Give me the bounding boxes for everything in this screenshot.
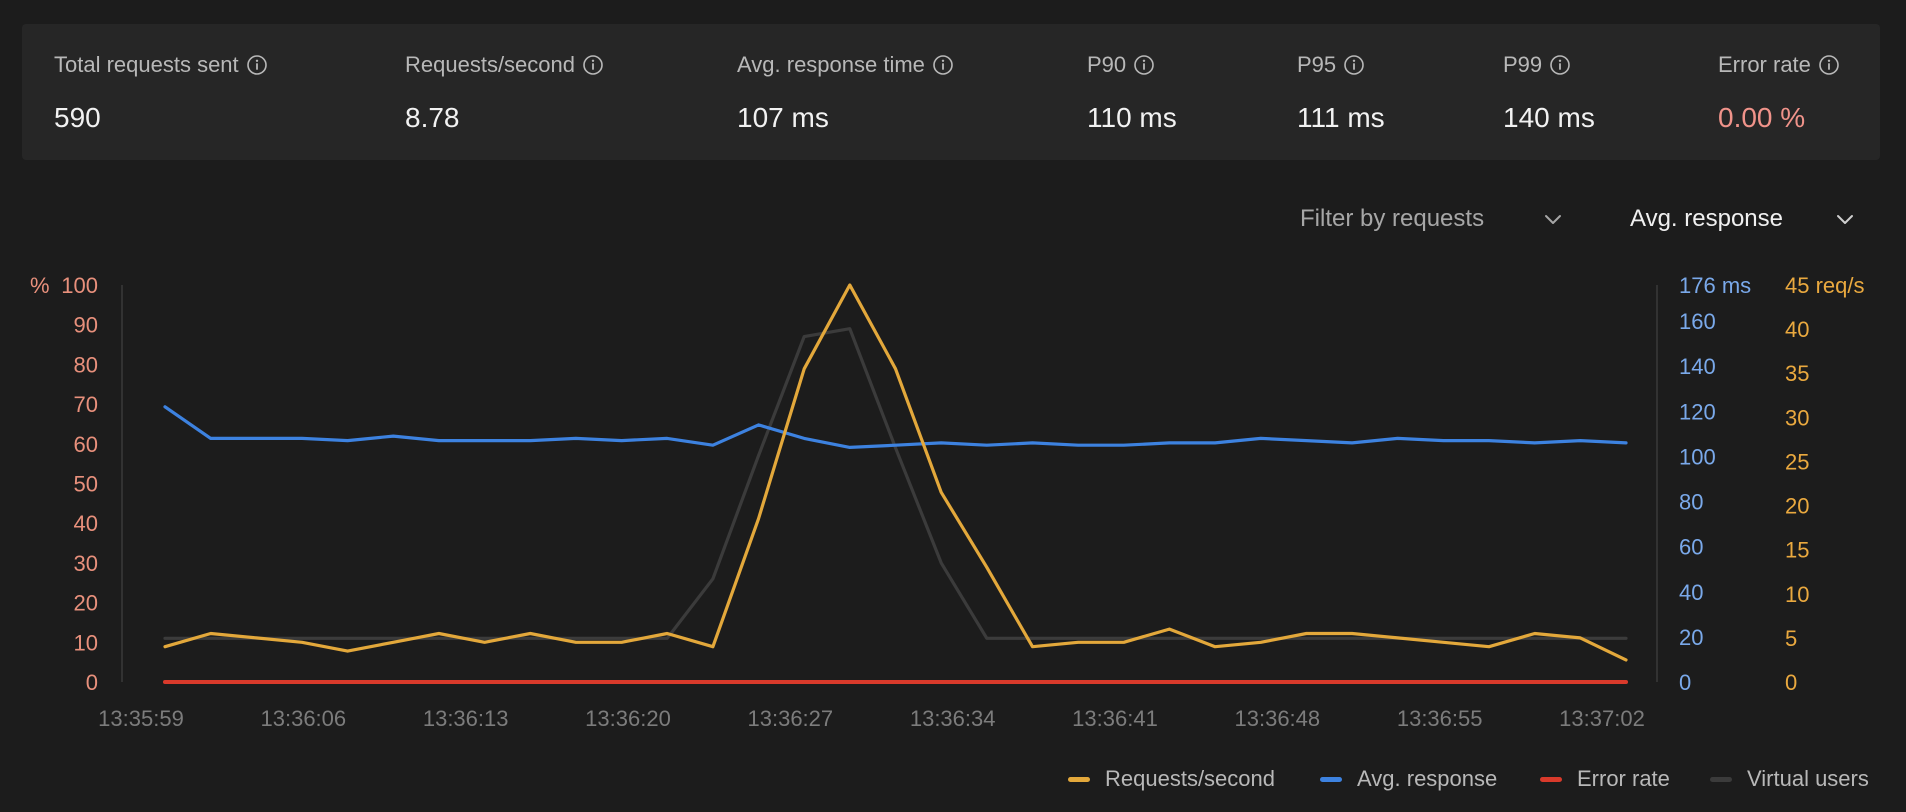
x-axis-tick: 13:37:02 [1559,706,1645,731]
mid-axis-tick: 160 [1679,309,1716,334]
legend-item-requests[interactable]: Requests/second [1068,766,1275,792]
mid-axis-tick: 120 [1679,399,1716,424]
legend-label: Virtual users [1747,766,1869,791]
mid-axis-tick: 100 [1679,444,1716,469]
legend-swatch [1540,776,1562,782]
left-axis-tick: 50 [74,472,98,497]
left-axis-tick: 10 [74,630,98,655]
left-axis-tick: 30 [74,551,98,576]
legend-swatch [1710,776,1732,782]
right-axis-tick: 45 req/s [1785,273,1865,298]
x-axis-tick: 13:36:55 [1397,706,1483,731]
x-axis-tick: 13:36:41 [1072,706,1158,731]
right-axis-tick: 5 [1785,626,1797,651]
legend-swatch [1320,776,1342,782]
mid-axis-tick: 176 ms [1679,273,1751,298]
performance-chart: 0102030405060708090100%02040608010012014… [30,273,1865,731]
series-line-avg-response [163,405,1628,449]
x-axis-tick: 13:36:20 [585,706,671,731]
left-axis-tick: 70 [74,392,98,417]
x-axis-tick: 13:36:34 [910,706,996,731]
right-axis-tick: 25 [1785,449,1809,474]
right-axis-tick: 30 [1785,405,1809,430]
x-axis-tick: 13:36:27 [748,706,834,731]
legend-label: Requests/second [1105,766,1275,791]
x-axis-tick: 13:36:48 [1235,706,1321,731]
left-axis-tick: 0 [86,670,98,695]
left-axis-tick: 90 [74,313,98,338]
mid-axis-tick: 140 [1679,354,1716,379]
left-axis-tick: 60 [74,432,98,457]
mid-axis-tick: 40 [1679,580,1703,605]
left-axis-tick: 40 [74,511,98,536]
legend-item-virtual-users[interactable]: Virtual users [1710,766,1869,792]
legend-label: Avg. response [1357,766,1498,791]
mid-axis-tick: 60 [1679,535,1703,560]
legend-item-avg-response[interactable]: Avg. response [1320,766,1497,792]
left-axis-tick: 80 [74,352,98,377]
x-axis-tick: 13:36:13 [423,706,509,731]
x-axis-tick: 13:35:59 [98,706,184,731]
x-axis-tick: 13:36:06 [261,706,347,731]
left-axis-unit: % [30,273,50,298]
left-axis-tick: 100 [61,273,98,298]
right-axis-tick: 35 [1785,361,1809,386]
mid-axis-tick: 80 [1679,490,1703,515]
mid-axis-tick: 0 [1679,670,1691,695]
right-axis-tick: 20 [1785,494,1809,519]
left-axis-tick: 20 [74,591,98,616]
right-axis-tick: 0 [1785,670,1797,695]
legend-item-error-rate[interactable]: Error rate [1540,766,1670,792]
legend-swatch [1068,776,1090,782]
mid-axis-tick: 20 [1679,625,1703,650]
series-line-requests-second [163,283,1628,662]
right-axis-tick: 15 [1785,538,1809,563]
right-axis-tick: 10 [1785,582,1809,607]
right-axis-tick: 40 [1785,317,1809,342]
legend-label: Error rate [1577,766,1670,791]
series-line-virtual-users [163,327,1628,640]
